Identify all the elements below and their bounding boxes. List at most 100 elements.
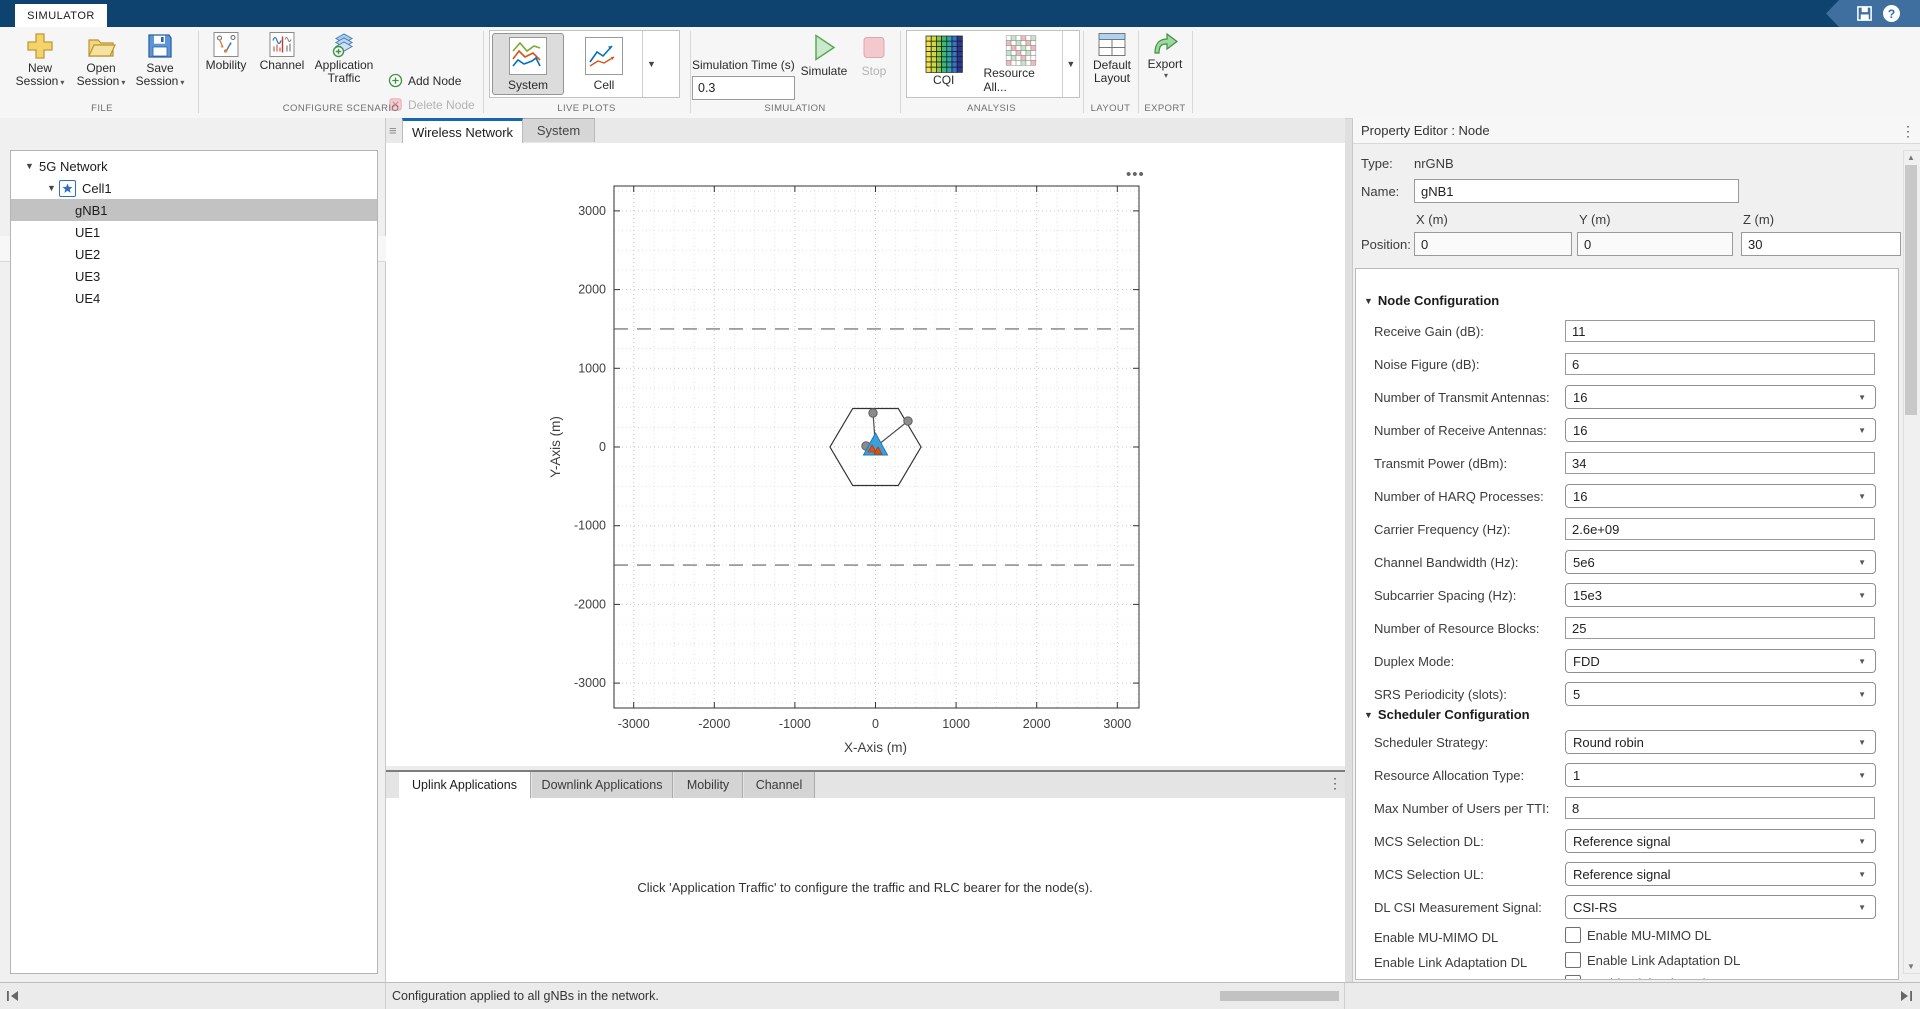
- open-session-button[interactable]: Open Session▾: [73, 30, 129, 89]
- live-plot-system-button[interactable]: System: [492, 33, 564, 95]
- tree-item-cell1[interactable]: ▼Cell1: [11, 177, 377, 199]
- name-input[interactable]: gNB1: [1414, 179, 1739, 203]
- scroll-up-icon[interactable]: ▲: [1904, 151, 1918, 164]
- scrollbar-thumb[interactable]: [1905, 165, 1917, 415]
- tab-downlink-applications[interactable]: Downlink Applications: [532, 772, 673, 798]
- simulation-time-input[interactable]: 0.3: [692, 76, 795, 100]
- property-editor-header: Property Editor : Node ⋮: [1353, 118, 1920, 144]
- resource-allocation-button[interactable]: Resource All...: [982, 33, 1059, 95]
- property-row: Max Number of Users per TTI:8: [1356, 796, 1898, 824]
- tree-item-ue2[interactable]: UE2: [11, 243, 377, 265]
- help-icon[interactable]: ?: [1883, 5, 1900, 22]
- tree-item-ue1[interactable]: UE1: [11, 221, 377, 243]
- property-row: MCS Selection DL:Reference signal▼: [1356, 829, 1898, 857]
- svg-text:X-Axis (m): X-Axis (m): [844, 740, 907, 755]
- tab-uplink-applications[interactable]: Uplink Applications: [399, 772, 531, 798]
- tab-simulator[interactable]: SIMULATOR: [15, 4, 107, 27]
- analysis-gallery-expand[interactable]: ▼: [1062, 31, 1079, 97]
- property-input[interactable]: 34: [1565, 452, 1875, 474]
- stop-button: Stop: [854, 30, 894, 78]
- save-session-button[interactable]: Save Session▾: [132, 30, 188, 89]
- status-collapse-left-icon[interactable]: [6, 990, 20, 1002]
- svg-text:0: 0: [872, 717, 879, 731]
- tree-item-gnb1[interactable]: gNB1: [11, 199, 377, 221]
- property-input[interactable]: 6: [1565, 353, 1875, 375]
- open-session-icon: [85, 30, 117, 62]
- property-dropdown[interactable]: Reference signal▼: [1565, 862, 1876, 886]
- property-dropdown[interactable]: 5e6▼: [1565, 550, 1876, 574]
- property-dropdown[interactable]: 1▼: [1565, 763, 1876, 787]
- dropdown-arrow-icon: ▾: [60, 78, 64, 87]
- section-label-layout: LAYOUT: [1083, 103, 1138, 115]
- property-dropdown[interactable]: CSI-RS▼: [1565, 895, 1876, 919]
- checkbox[interactable]: [1565, 975, 1581, 980]
- node-configuration-header[interactable]: ▼ Node Configuration: [1364, 293, 1499, 308]
- property-row: Number of Receive Antennas:16▼: [1356, 418, 1898, 446]
- property-input[interactable]: 11: [1565, 320, 1875, 342]
- property-dropdown[interactable]: 5▼: [1565, 682, 1876, 706]
- property-row: Noise Figure (dB):6: [1356, 352, 1898, 380]
- property-dropdown[interactable]: 16▼: [1565, 385, 1876, 409]
- horizontal-scrollbar-thumb[interactable]: [1220, 991, 1339, 1001]
- collapse-arrow-icon: ▼: [1364, 296, 1373, 306]
- tab-system[interactable]: System: [523, 118, 595, 142]
- live-plots-gallery-expand[interactable]: ▼: [642, 31, 660, 97]
- property-row: Channel Bandwidth (Hz):5e6▼: [1356, 550, 1898, 578]
- property-input[interactable]: 25: [1565, 617, 1875, 639]
- property-dropdown[interactable]: Round robin▼: [1565, 730, 1876, 754]
- applications-panel-menu-icon[interactable]: ⋮: [1328, 778, 1342, 788]
- property-editor-panel: Property Editor : Node ⋮ Type: nrGNB Nam…: [1352, 118, 1920, 982]
- position-x-input[interactable]: 0: [1414, 232, 1572, 256]
- property-dropdown[interactable]: FDD▼: [1565, 649, 1876, 673]
- property-label: Enable MU-MIMO DL: [1374, 930, 1498, 945]
- position-z-input[interactable]: 30: [1741, 232, 1901, 256]
- tree-expand-icon[interactable]: ▼: [25, 161, 34, 171]
- tab-channel[interactable]: Channel: [744, 772, 815, 798]
- position-label: Position:: [1361, 237, 1411, 252]
- property-dropdown[interactable]: Reference signal▼: [1565, 829, 1876, 853]
- export-button[interactable]: Export ▾: [1140, 30, 1190, 80]
- default-layout-button[interactable]: Default Layout: [1086, 30, 1138, 85]
- channel-button[interactable]: Channel: [255, 30, 309, 72]
- doc-panel-menu-icon[interactable]: ≡: [389, 123, 397, 138]
- save-icon[interactable]: [1856, 5, 1873, 22]
- tree-expand-icon[interactable]: ▼: [47, 183, 56, 193]
- tree-item-ue3[interactable]: UE3: [11, 265, 377, 287]
- scroll-down-icon[interactable]: ▼: [1904, 960, 1918, 973]
- section-label-configure-scenario: CONFIGURE SCENARIO: [199, 103, 483, 115]
- mobility-button[interactable]: Mobility: [199, 30, 253, 72]
- property-dropdown[interactable]: 15e3▼: [1565, 583, 1876, 607]
- svg-text:-3000: -3000: [574, 676, 606, 690]
- tab-mobility[interactable]: Mobility: [674, 772, 743, 798]
- axes-toolbar-icon[interactable]: •••: [1126, 166, 1145, 183]
- property-dropdown[interactable]: 16▼: [1565, 418, 1876, 442]
- application-traffic-icon: [329, 30, 359, 59]
- property-editor-scrollbar[interactable]: ▲ ▼: [1903, 150, 1920, 974]
- tree-item-ue4[interactable]: UE4: [11, 287, 377, 309]
- property-label: Scheduler Strategy:: [1374, 735, 1488, 750]
- application-traffic-button[interactable]: Application Traffic: [311, 30, 377, 85]
- checkbox[interactable]: [1565, 927, 1581, 943]
- mobility-icon: [212, 30, 240, 59]
- property-input[interactable]: 2.6e+09: [1565, 518, 1875, 540]
- status-collapse-right-icon[interactable]: [1899, 990, 1913, 1002]
- cqi-button[interactable]: CQI: [909, 33, 978, 95]
- simulate-button[interactable]: Simulate: [798, 30, 850, 78]
- wireless-network-plot: -3000-2000-10000100020003000-3000-2000-1…: [386, 143, 1345, 766]
- live-plot-cell-button[interactable]: Cell: [568, 33, 640, 95]
- applications-hint-text: Click 'Application Traffic' to configure…: [637, 880, 1092, 895]
- property-editor-menu-icon[interactable]: ⋮: [1901, 126, 1915, 136]
- position-y-input[interactable]: 0: [1577, 232, 1733, 256]
- new-session-button[interactable]: New Session▾: [12, 30, 68, 89]
- tree-item-5g-network[interactable]: ▼5G Network: [11, 155, 377, 177]
- new-session-icon: [24, 30, 56, 62]
- property-input[interactable]: 8: [1565, 797, 1875, 819]
- property-label: DL CSI Measurement Signal:: [1374, 900, 1542, 915]
- add-node-button[interactable]: Add Node: [388, 73, 461, 88]
- tree-item-label: UE1: [75, 225, 100, 240]
- tab-wireless-network[interactable]: Wireless Network: [402, 118, 523, 143]
- property-label: Enable Link Adaptation UL: [1374, 978, 1527, 980]
- property-dropdown[interactable]: 16▼: [1565, 484, 1876, 508]
- tree-item-label: UE3: [75, 269, 100, 284]
- checkbox[interactable]: [1565, 952, 1581, 968]
